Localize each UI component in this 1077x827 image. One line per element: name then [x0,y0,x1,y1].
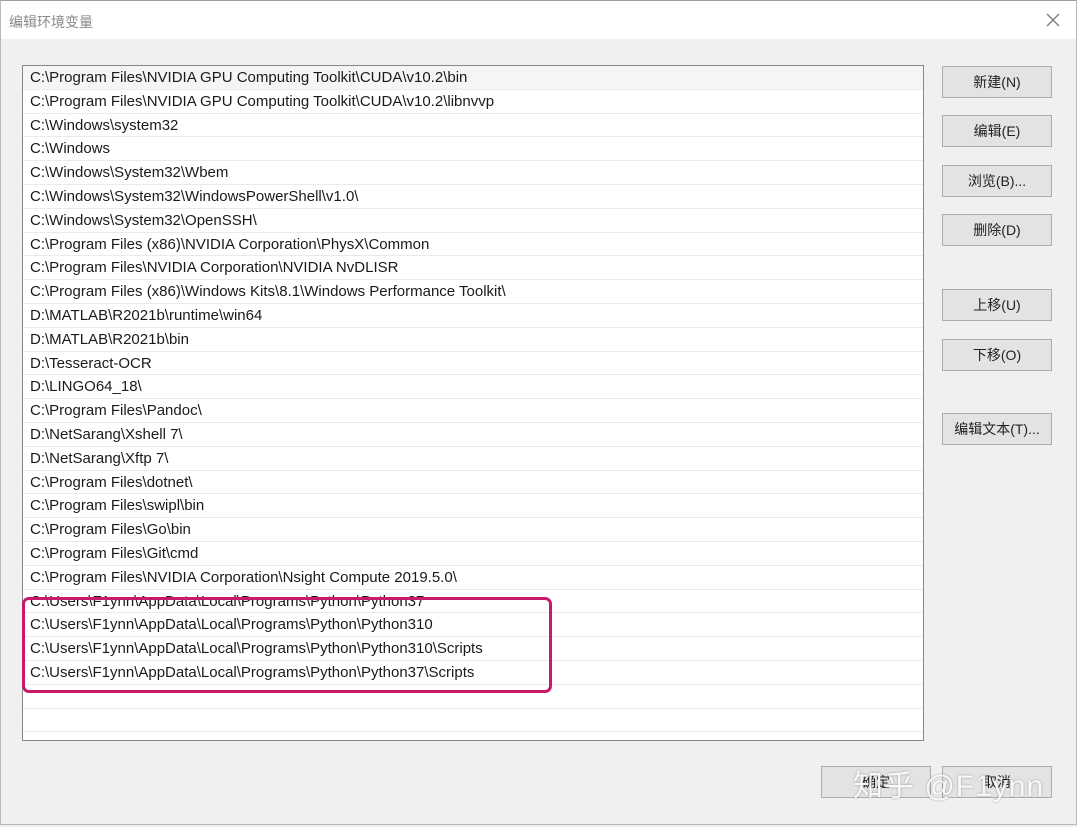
path-list-item[interactable]: C:\Program Files\NVIDIA GPU Computing To… [23,66,923,90]
path-list-item[interactable]: C:\Program Files\NVIDIA GPU Computing To… [23,90,923,114]
browse-button[interactable]: 浏览(B)... [942,165,1052,197]
path-list-item[interactable]: C:\Program Files (x86)\Windows Kits\8.1\… [23,280,923,304]
path-list-item[interactable]: C:\Program Files\NVIDIA Corporation\Nsig… [23,566,923,590]
path-list-item[interactable]: C:\Program Files\NVIDIA Corporation\NVID… [23,256,923,281]
path-list-item[interactable] [23,685,923,709]
window-title: 编辑环境变量 [9,14,93,30]
path-list-item[interactable]: D:\NetSarang\Xftp 7\ [23,447,923,471]
path-list[interactable]: C:\Program Files\NVIDIA GPU Computing To… [22,65,924,741]
path-list-item[interactable]: C:\Users\F1ynn\AppData\Local\Programs\Py… [23,590,923,614]
path-list-item[interactable]: C:\Windows\System32\Wbem [23,161,923,185]
edit-env-var-dialog: 编辑环境变量 C:\Program Files\NVIDIA GPU Compu… [0,0,1077,825]
path-list-item[interactable]: C:\Program Files\swipl\bin [23,494,923,519]
path-list-item[interactable]: C:\Users\F1ynn\AppData\Local\Programs\Py… [23,637,923,661]
path-list-item[interactable]: C:\Program Files\Go\bin [23,518,923,542]
path-list-item[interactable]: C:\Windows\System32\WindowsPowerShell\v1… [23,185,923,209]
path-list-item[interactable] [23,709,923,733]
move-up-button[interactable]: 上移(U) [942,289,1052,321]
path-list-item[interactable]: C:\Program Files\Git\cmd [23,542,923,566]
path-list-item[interactable]: C:\Windows\System32\OpenSSH\ [23,209,923,233]
close-icon [1046,13,1060,27]
path-list-item[interactable]: C:\Program Files\dotnet\ [23,471,923,495]
path-list-item[interactable]: C:\Program Files\Pandoc\ [23,399,923,423]
path-list-item[interactable]: C:\Program Files (x86)\NVIDIA Corporatio… [23,233,923,257]
close-button[interactable] [1040,7,1066,33]
edit-button[interactable]: 编辑(E) [942,115,1052,147]
path-list-item[interactable]: C:\Windows [23,137,923,162]
path-list-item[interactable]: D:\MATLAB\R2021b\bin [23,328,923,352]
move-down-button[interactable]: 下移(O) [942,339,1052,371]
delete-button[interactable]: 删除(D) [942,214,1052,246]
path-list-item[interactable]: C:\Users\F1ynn\AppData\Local\Programs\Py… [23,661,923,685]
path-list-item[interactable]: D:\NetSarang\Xshell 7\ [23,423,923,447]
watermark: 知乎 @F1ynn [853,770,1045,803]
path-list-item[interactable]: D:\Tesseract-OCR [23,352,923,376]
path-list-item[interactable]: C:\Users\F1ynn\AppData\Local\Programs\Py… [23,613,923,638]
title-bar: 编辑环境变量 [1,1,1076,39]
path-list-item[interactable]: C:\Windows\system32 [23,114,923,138]
path-list-item[interactable]: D:\LINGO64_18\ [23,375,923,400]
new-button[interactable]: 新建(N) [942,66,1052,98]
edit-text-button[interactable]: 编辑文本(T)... [942,413,1052,445]
path-list-item[interactable]: D:\MATLAB\R2021b\runtime\win64 [23,304,923,328]
